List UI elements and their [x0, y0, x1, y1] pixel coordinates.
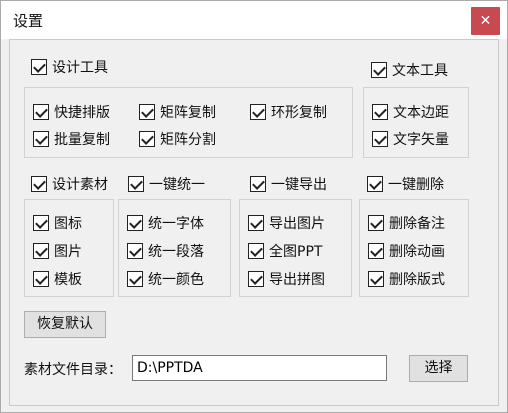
close-icon: ✕ [479, 13, 492, 29]
checkbox-checked-icon [368, 215, 384, 231]
material-dir-label: 素材文件目录： [24, 362, 122, 378]
checkbox-label: 环形复制 [271, 105, 327, 121]
checkbox-checked-icon [31, 176, 47, 192]
checkbox-checked-icon [368, 243, 384, 259]
checkbox-checked-icon [372, 104, 388, 120]
settings-window: 设置 ✕ 设计工具 文本工具 快捷排版 矩阵复制 环形复制 批量复制 矩阵分割 … [0, 0, 508, 413]
checkbox-label: 设计工具 [52, 60, 108, 76]
text-tools-group: 文本边距 文字矢量 [363, 87, 469, 158]
design-tools-group: 快捷排版 矩阵复制 环形复制 批量复制 矩阵分割 [24, 87, 353, 158]
export-checkbox[interactable]: 一键导出 [250, 175, 327, 193]
export-option-checkbox[interactable]: 全图PPT [248, 242, 322, 260]
checkbox-checked-icon [33, 104, 49, 120]
checkbox-label: 删除版式 [389, 272, 445, 288]
unify-option-checkbox[interactable]: 统一颜色 [127, 270, 204, 288]
text-tool-checkbox[interactable]: 文本边距 [372, 103, 449, 121]
settings-panel: 设计工具 文本工具 快捷排版 矩阵复制 环形复制 批量复制 矩阵分割 文本边距 … [9, 39, 499, 406]
text-tool-checkbox[interactable]: 文字矢量 [372, 130, 449, 148]
checkbox-checked-icon [250, 104, 266, 120]
checkbox-label: 文本边距 [393, 105, 449, 121]
checkbox-label: 删除备注 [389, 216, 445, 232]
export-option-checkbox[interactable]: 导出图片 [248, 214, 325, 232]
checkbox-checked-icon [139, 104, 155, 120]
text-tools-checkbox[interactable]: 文本工具 [371, 61, 448, 79]
checkbox-checked-icon [248, 215, 264, 231]
checkbox-label: 统一颜色 [148, 272, 204, 288]
material-dir-input[interactable] [132, 355, 387, 381]
checkbox-checked-icon [33, 271, 49, 287]
checkbox-checked-icon [33, 131, 49, 147]
checkbox-label: 矩阵分割 [160, 132, 216, 148]
checkbox-label: 快捷排版 [54, 105, 110, 121]
material-checkbox[interactable]: 图片 [33, 242, 82, 260]
material-checkbox[interactable]: 模板 [33, 270, 82, 288]
design-tool-checkbox[interactable]: 矩阵分割 [139, 130, 216, 148]
checkbox-label: 模板 [54, 272, 82, 288]
checkbox-checked-icon [250, 176, 266, 192]
window-title: 设置 [13, 12, 44, 30]
checkbox-checked-icon [248, 243, 264, 259]
checkbox-checked-icon [127, 271, 143, 287]
checkbox-label: 文字矢量 [393, 132, 449, 148]
checkbox-checked-icon [33, 215, 49, 231]
close-button[interactable]: ✕ [471, 7, 500, 35]
delete-option-checkbox[interactable]: 删除备注 [368, 214, 445, 232]
export-option-checkbox[interactable]: 导出拼图 [248, 270, 325, 288]
checkbox-label: 导出图片 [269, 216, 325, 232]
checkbox-label: 图标 [54, 216, 82, 232]
unify-group: 统一字体 统一段落 统一颜色 [118, 199, 231, 297]
checkbox-checked-icon [248, 271, 264, 287]
delete-checkbox[interactable]: 一键删除 [367, 175, 444, 193]
design-tools-checkbox[interactable]: 设计工具 [31, 58, 108, 76]
checkbox-label: 导出拼图 [269, 272, 325, 288]
checkbox-checked-icon [367, 176, 383, 192]
checkbox-checked-icon [372, 131, 388, 147]
material-group: 图标 图片 模板 [24, 199, 114, 297]
checkbox-label: 删除动画 [389, 244, 445, 260]
checkbox-checked-icon [128, 176, 144, 192]
checkbox-label: 矩阵复制 [160, 105, 216, 121]
checkbox-checked-icon [127, 215, 143, 231]
checkbox-label: 文本工具 [392, 63, 448, 79]
delete-group: 删除备注 删除动画 删除版式 [359, 199, 469, 297]
delete-option-checkbox[interactable]: 删除动画 [368, 242, 445, 260]
checkbox-checked-icon [368, 271, 384, 287]
design-tool-checkbox[interactable]: 矩阵复制 [139, 103, 216, 121]
checkbox-checked-icon [33, 243, 49, 259]
select-folder-button[interactable]: 选择 [409, 355, 468, 382]
checkbox-label: 设计素材 [52, 177, 108, 193]
unify-checkbox[interactable]: 一键统一 [128, 175, 205, 193]
design-material-checkbox[interactable]: 设计素材 [31, 175, 108, 193]
restore-default-button[interactable]: 恢复默认 [24, 311, 106, 338]
checkbox-label: 一键删除 [388, 177, 444, 193]
checkbox-label: 统一段落 [148, 244, 204, 260]
delete-option-checkbox[interactable]: 删除版式 [368, 270, 445, 288]
material-checkbox[interactable]: 图标 [33, 214, 82, 232]
checkbox-label: 批量复制 [54, 132, 110, 148]
checkbox-checked-icon [139, 131, 155, 147]
checkbox-label: 一键统一 [149, 177, 205, 193]
checkbox-label: 图片 [54, 244, 82, 260]
checkbox-label: 全图PPT [269, 244, 323, 260]
design-tool-checkbox[interactable]: 快捷排版 [33, 103, 110, 121]
checkbox-label: 统一字体 [148, 216, 204, 232]
unify-option-checkbox[interactable]: 统一段落 [127, 242, 204, 260]
title-bar: 设置 ✕ [1, 1, 507, 39]
checkbox-checked-icon [31, 59, 47, 75]
export-group: 导出图片 全图PPT 导出拼图 [239, 199, 352, 297]
checkbox-label: 一键导出 [271, 177, 327, 193]
design-tool-checkbox[interactable]: 环形复制 [250, 103, 327, 121]
checkbox-checked-icon [371, 62, 387, 78]
checkbox-checked-icon [127, 243, 143, 259]
design-tool-checkbox[interactable]: 批量复制 [33, 130, 110, 148]
unify-option-checkbox[interactable]: 统一字体 [127, 214, 204, 232]
